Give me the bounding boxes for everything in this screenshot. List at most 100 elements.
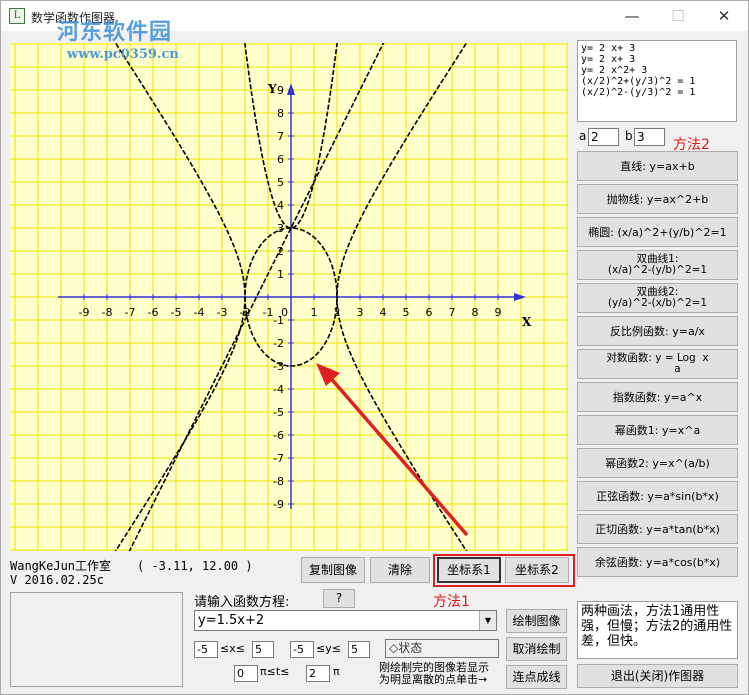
x-tick-label: -3	[217, 306, 228, 319]
fn-button-line[interactable]: 直线: y=ax+b	[577, 151, 738, 181]
y-tick-label: -9	[273, 498, 284, 511]
method-note: 两种画法，方法1通用性强，但慢；方法2的通用性差，但快。	[577, 601, 738, 659]
annotation-arrow	[326, 373, 469, 537]
diamond-icon: ◇	[389, 641, 399, 655]
plot-canvas[interactable]: -9 -8 -7 -6 -5 -4 -3 -2 -1 1 2 3 4 5 6 7 8 9 9 8 7 6 5 4 3 2 1 -1 -2…	[10, 43, 568, 551]
x-tick-label: 8	[472, 306, 479, 319]
y-tick-label: 9	[277, 84, 284, 97]
equation-item[interactable]: y= 2 x+ 3	[581, 54, 733, 65]
fn-button-log[interactable]: 对数函数: y = Log x a	[577, 349, 738, 379]
coord-system1-button[interactable]: 坐标系1	[437, 557, 501, 583]
cursor-coordinate: ( -3.11, 12.00 )	[137, 559, 253, 573]
t-range-label: π≤t≤	[260, 665, 290, 678]
t-unit-label: π	[333, 665, 340, 678]
watermark-logo: 河东软件园	[57, 19, 173, 45]
fn-button-tangent[interactable]: 正切函数: y=a*tan(b*x)	[577, 514, 738, 544]
exit-button[interactable]: 退出(关闭)作图器	[577, 664, 738, 688]
param-a-input[interactable]: 2	[588, 128, 619, 146]
maximize-button[interactable]: ☐	[655, 1, 701, 31]
chevron-down-icon[interactable]: ▼	[479, 611, 496, 630]
y-range-label: ≤y≤	[316, 642, 341, 655]
y-tick-label: -5	[273, 406, 284, 419]
fn-button-hyperbola2[interactable]: 双曲线2: (y/a)^2-(x/b)^2=1	[577, 283, 738, 313]
method1-label: 方法1	[433, 594, 470, 610]
y-tick-label: -7	[273, 452, 284, 465]
function-prompt-label: 请输入函数方程:	[194, 595, 290, 610]
copy-image-button[interactable]: 复制图像	[301, 557, 365, 583]
preview-panel	[10, 592, 183, 687]
y-tick-label: 1	[277, 268, 284, 281]
x-tick-label: -9	[79, 306, 90, 319]
cancel-draw-button[interactable]: 取消绘制	[506, 637, 567, 661]
fn-button-hyperbola1[interactable]: 双曲线1: (x/a)^2-(y/b)^2=1	[577, 250, 738, 280]
x-tick-label: -4	[194, 306, 205, 319]
x-tick-label: 5	[403, 306, 410, 319]
y-tick-label: 6	[277, 153, 284, 166]
clear-button[interactable]: 清除	[370, 557, 430, 583]
x-axis-label: X	[522, 315, 532, 329]
y-tick-label: 8	[277, 107, 284, 120]
help-button[interactable]: ?	[323, 589, 355, 608]
param-a-label: a	[579, 129, 587, 143]
function-input-value: y=1.5x+2	[198, 613, 265, 628]
equation-item[interactable]: (x/2)^2+(y/3)^2 = 1	[581, 76, 733, 87]
x-tick-label: -7	[125, 306, 136, 319]
y-min-input[interactable]: -5	[290, 641, 314, 658]
x-max-input[interactable]: 5	[252, 641, 274, 658]
equation-item[interactable]: y= 2 x+ 3	[581, 43, 733, 54]
x-range-label: ≤x≤	[220, 642, 245, 655]
y-tick-label: -4	[273, 383, 284, 396]
y-tick-label: 5	[277, 176, 284, 189]
title-bar: L 数学函数作图器 河东软件园 — ☐ ✕	[1, 1, 748, 45]
app-icon: L	[9, 8, 25, 24]
x-min-input[interactable]: -5	[194, 641, 218, 658]
x-tick-label: 1	[311, 306, 318, 319]
x-tick-label: 6	[426, 306, 433, 319]
x-tick-label: 9	[495, 306, 502, 319]
x-tick-label: -1	[263, 306, 274, 319]
watermark-url: www.pc0359.cn	[67, 47, 179, 62]
function-input[interactable]: y=1.5x+2 ▼	[194, 610, 497, 631]
main-window: L 数学函数作图器 河东软件园 — ☐ ✕ www.pc0359.cn -9 -8…	[0, 0, 749, 695]
equation-item[interactable]: y= 2 x^2+ 3	[581, 65, 733, 76]
status-text: 状态	[398, 641, 423, 655]
coord-system2-button[interactable]: 坐标系2	[505, 557, 569, 583]
y-axis-arrow	[287, 83, 295, 95]
y-max-input[interactable]: 5	[348, 641, 370, 658]
y-axis-label: Y	[267, 82, 277, 96]
x-tick-label: 4	[380, 306, 387, 319]
equation-history-list[interactable]: y= 2 x+ 3 y= 2 x+ 3 y= 2 x^2+ 3 (x/2)^2+(y/…	[577, 40, 737, 122]
fn-button-ellipse[interactable]: 椭圆: (x/a)^2+(y/b)^2=1	[577, 217, 738, 247]
fn-button-sine[interactable]: 正弦函数: y=a*sin(b*x)	[577, 481, 738, 511]
origin-label: 0	[281, 306, 288, 319]
x-axis-arrow	[514, 293, 526, 301]
fn-button-exp[interactable]: 指数函数: y=a^x	[577, 382, 738, 412]
equation-item[interactable]: (x/2)^2-(y/3)^2 = 1	[581, 87, 733, 98]
fn-button-power1[interactable]: 幂函数1: y=x^a	[577, 415, 738, 445]
fn-button-inverse[interactable]: 反比例函数: y=a/x	[577, 316, 738, 346]
x-tick-label: -6	[148, 306, 159, 319]
graph-svg: -9 -8 -7 -6 -5 -4 -3 -2 -1 1 2 3 4 5 6 7 8 9987654321-1-2…	[10, 43, 568, 551]
fn-button-parabola[interactable]: 抛物线: y=ax^2+b	[577, 184, 738, 214]
fn-button-power2[interactable]: 幂函数2: y=x^(a/b)	[577, 448, 738, 478]
fn-button-cosine[interactable]: 余弦函数: y=a*cos(b*x)	[577, 547, 738, 577]
y-tick-label: 2	[277, 245, 284, 258]
close-button[interactable]: ✕	[701, 1, 747, 31]
y-tick-label: 4	[277, 199, 284, 212]
x-tick-label: -8	[102, 306, 113, 319]
t-min-input[interactable]: 0	[234, 665, 258, 682]
x-tick-label: 3	[357, 306, 364, 319]
y-tick-label: -8	[273, 475, 284, 488]
param-b-label: b	[625, 129, 633, 143]
param-b-input[interactable]: 3	[634, 128, 665, 146]
t-max-input[interactable]: 2	[306, 665, 330, 682]
y-tick-label: -2	[273, 337, 284, 350]
connect-points-button[interactable]: 连点成线	[506, 665, 567, 689]
x-tick-label: -5	[171, 306, 182, 319]
draw-button[interactable]: 绘制图像	[506, 609, 567, 633]
discrete-points-hint: 刚绘制完的图像若显示 为明显离散的点单击→	[379, 661, 489, 686]
brand-label: WangKeJun工作室 V 2016.02.25c	[10, 559, 112, 587]
status-field: ◇状态	[385, 639, 499, 658]
minimize-button[interactable]: —	[609, 1, 655, 31]
y-tick-label: 7	[277, 130, 284, 143]
